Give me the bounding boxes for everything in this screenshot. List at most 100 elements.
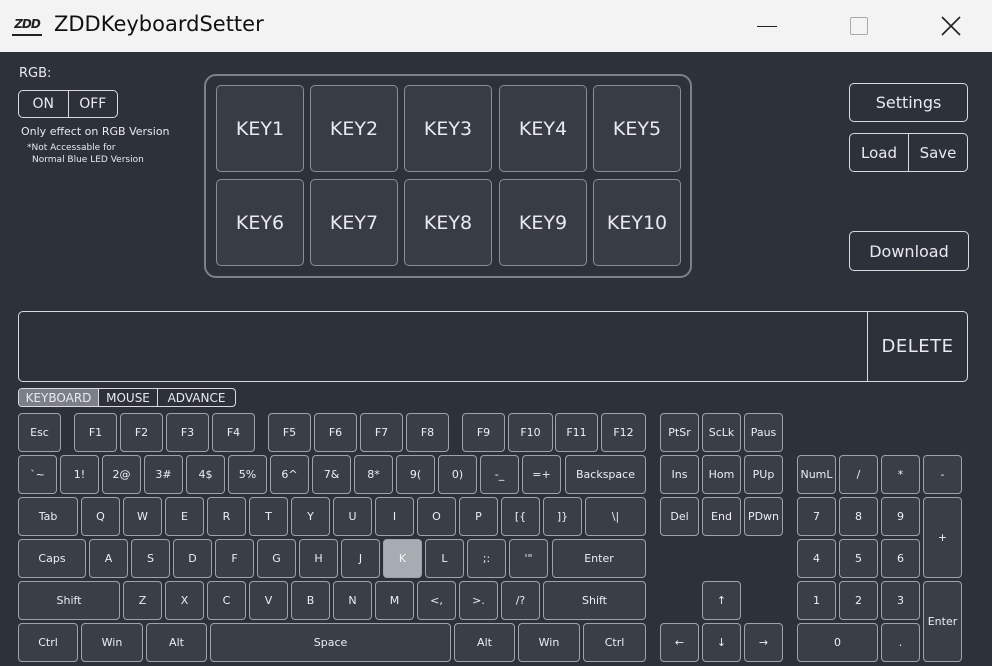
key-f[interactable]: F — [215, 539, 254, 578]
key-right-shift[interactable]: Shift — [543, 581, 646, 620]
key-u[interactable]: U — [333, 497, 372, 536]
keypad-key-8[interactable]: KEY8 — [404, 179, 492, 266]
key-a[interactable]: A — [89, 539, 128, 578]
key-n[interactable]: N — [333, 581, 372, 620]
key-insert[interactable]: Ins — [660, 455, 699, 494]
key-num-multiply[interactable]: * — [881, 455, 920, 494]
key-f8[interactable]: F8 — [406, 413, 449, 452]
key-f12[interactable]: F12 — [601, 413, 646, 452]
key-d[interactable]: D — [173, 539, 212, 578]
key-j[interactable]: J — [341, 539, 380, 578]
key-arrow-left[interactable]: ← — [660, 623, 699, 662]
keypad-key-7[interactable]: KEY7 — [310, 179, 398, 266]
keypad-key-2[interactable]: KEY2 — [310, 85, 398, 172]
key-backtick[interactable]: `~ — [18, 455, 57, 494]
key-right-win[interactable]: Win — [518, 623, 580, 662]
key-period[interactable]: >. — [459, 581, 498, 620]
key-7[interactable]: 7& — [312, 455, 351, 494]
key-num-4[interactable]: 4 — [797, 539, 836, 578]
key-e[interactable]: E — [165, 497, 204, 536]
key-end[interactable]: End — [702, 497, 741, 536]
key-right-bracket[interactable]: ]} — [543, 497, 582, 536]
keypad-key-1[interactable]: KEY1 — [216, 85, 304, 172]
key-h[interactable]: H — [299, 539, 338, 578]
maximize-button[interactable] — [836, 0, 882, 52]
delete-button[interactable]: DELETE — [867, 312, 967, 381]
key-m[interactable]: M — [375, 581, 414, 620]
keypad-key-5[interactable]: KEY5 — [593, 85, 681, 172]
key-page-down[interactable]: PDwn — [744, 497, 783, 536]
key-esc[interactable]: Esc — [18, 413, 61, 452]
key-num-5[interactable]: 5 — [839, 539, 878, 578]
key-left-ctrl[interactable]: Ctrl — [18, 623, 78, 662]
tab-keyboard[interactable]: KEYBOARD — [19, 389, 98, 406]
key-left-alt[interactable]: Alt — [146, 623, 207, 662]
keypad-key-9[interactable]: KEY9 — [499, 179, 587, 266]
key-num-decimal[interactable]: . — [881, 623, 920, 662]
key-9[interactable]: 9( — [396, 455, 435, 494]
key-num-enter[interactable]: Enter — [923, 581, 962, 662]
key-num-plus[interactable]: + — [923, 497, 962, 578]
key-space[interactable]: Space — [210, 623, 451, 662]
key-f1[interactable]: F1 — [74, 413, 117, 452]
key-0[interactable]: 0) — [438, 455, 477, 494]
key-1[interactable]: 1! — [60, 455, 99, 494]
key-scroll-lock[interactable]: ScLk — [702, 413, 741, 452]
key-z[interactable]: Z — [123, 581, 162, 620]
key-num-9[interactable]: 9 — [881, 497, 920, 536]
key-2[interactable]: 2@ — [102, 455, 141, 494]
minimize-button[interactable] — [744, 0, 790, 52]
key-v[interactable]: V — [249, 581, 288, 620]
key-right-ctrl[interactable]: Ctrl — [583, 623, 646, 662]
rgb-off-button[interactable]: OFF — [67, 91, 118, 117]
key-f2[interactable]: F2 — [120, 413, 163, 452]
rgb-on-button[interactable]: ON — [19, 91, 68, 117]
key-right-alt[interactable]: Alt — [454, 623, 515, 662]
keypad-key-3[interactable]: KEY3 — [404, 85, 492, 172]
key-backspace[interactable]: Backspace — [565, 455, 646, 494]
key-f9[interactable]: F9 — [462, 413, 505, 452]
key-f10[interactable]: F10 — [508, 413, 553, 452]
key-left-shift[interactable]: Shift — [18, 581, 120, 620]
keypad-key-6[interactable]: KEY6 — [216, 179, 304, 266]
key-i[interactable]: I — [375, 497, 414, 536]
key-f4[interactable]: F4 — [212, 413, 255, 452]
key-tab[interactable]: Tab — [18, 497, 78, 536]
key-num-divide[interactable]: / — [839, 455, 878, 494]
keypad-key-4[interactable]: KEY4 — [499, 85, 587, 172]
key-s[interactable]: S — [131, 539, 170, 578]
key-caps[interactable]: Caps — [18, 539, 86, 578]
key-p[interactable]: P — [459, 497, 498, 536]
key-slash[interactable]: /? — [501, 581, 540, 620]
key-f11[interactable]: F11 — [555, 413, 598, 452]
load-button[interactable]: Load — [850, 134, 908, 171]
key-left-win[interactable]: Win — [81, 623, 143, 662]
key-y[interactable]: Y — [291, 497, 330, 536]
close-button[interactable] — [928, 0, 974, 52]
key-print-screen[interactable]: PtSr — [660, 413, 699, 452]
key-num-8[interactable]: 8 — [839, 497, 878, 536]
key-f5[interactable]: F5 — [268, 413, 311, 452]
key-f3[interactable]: F3 — [166, 413, 209, 452]
key-w[interactable]: W — [123, 497, 162, 536]
key-l[interactable]: L — [425, 539, 464, 578]
key-f7[interactable]: F7 — [360, 413, 403, 452]
key-backslash[interactable]: \| — [585, 497, 646, 536]
key-t[interactable]: T — [249, 497, 288, 536]
save-button[interactable]: Save — [908, 134, 967, 171]
key-num-0[interactable]: 0 — [797, 623, 878, 662]
key-o[interactable]: O — [417, 497, 456, 536]
key-3[interactable]: 3# — [144, 455, 183, 494]
key-minus[interactable]: -_ — [480, 455, 519, 494]
key-semicolon[interactable]: ;: — [467, 539, 506, 578]
key-comma[interactable]: <, — [417, 581, 456, 620]
key-num-minus[interactable]: - — [923, 455, 962, 494]
tab-mouse[interactable]: MOUSE — [98, 389, 157, 406]
key-num-3[interactable]: 3 — [881, 581, 920, 620]
key-k-selected[interactable]: K — [383, 539, 422, 578]
key-page-up[interactable]: PUp — [744, 455, 783, 494]
download-button[interactable]: Download — [849, 231, 969, 271]
key-4[interactable]: 4$ — [186, 455, 225, 494]
settings-button[interactable]: Settings — [849, 83, 968, 122]
key-left-bracket[interactable]: [{ — [501, 497, 540, 536]
